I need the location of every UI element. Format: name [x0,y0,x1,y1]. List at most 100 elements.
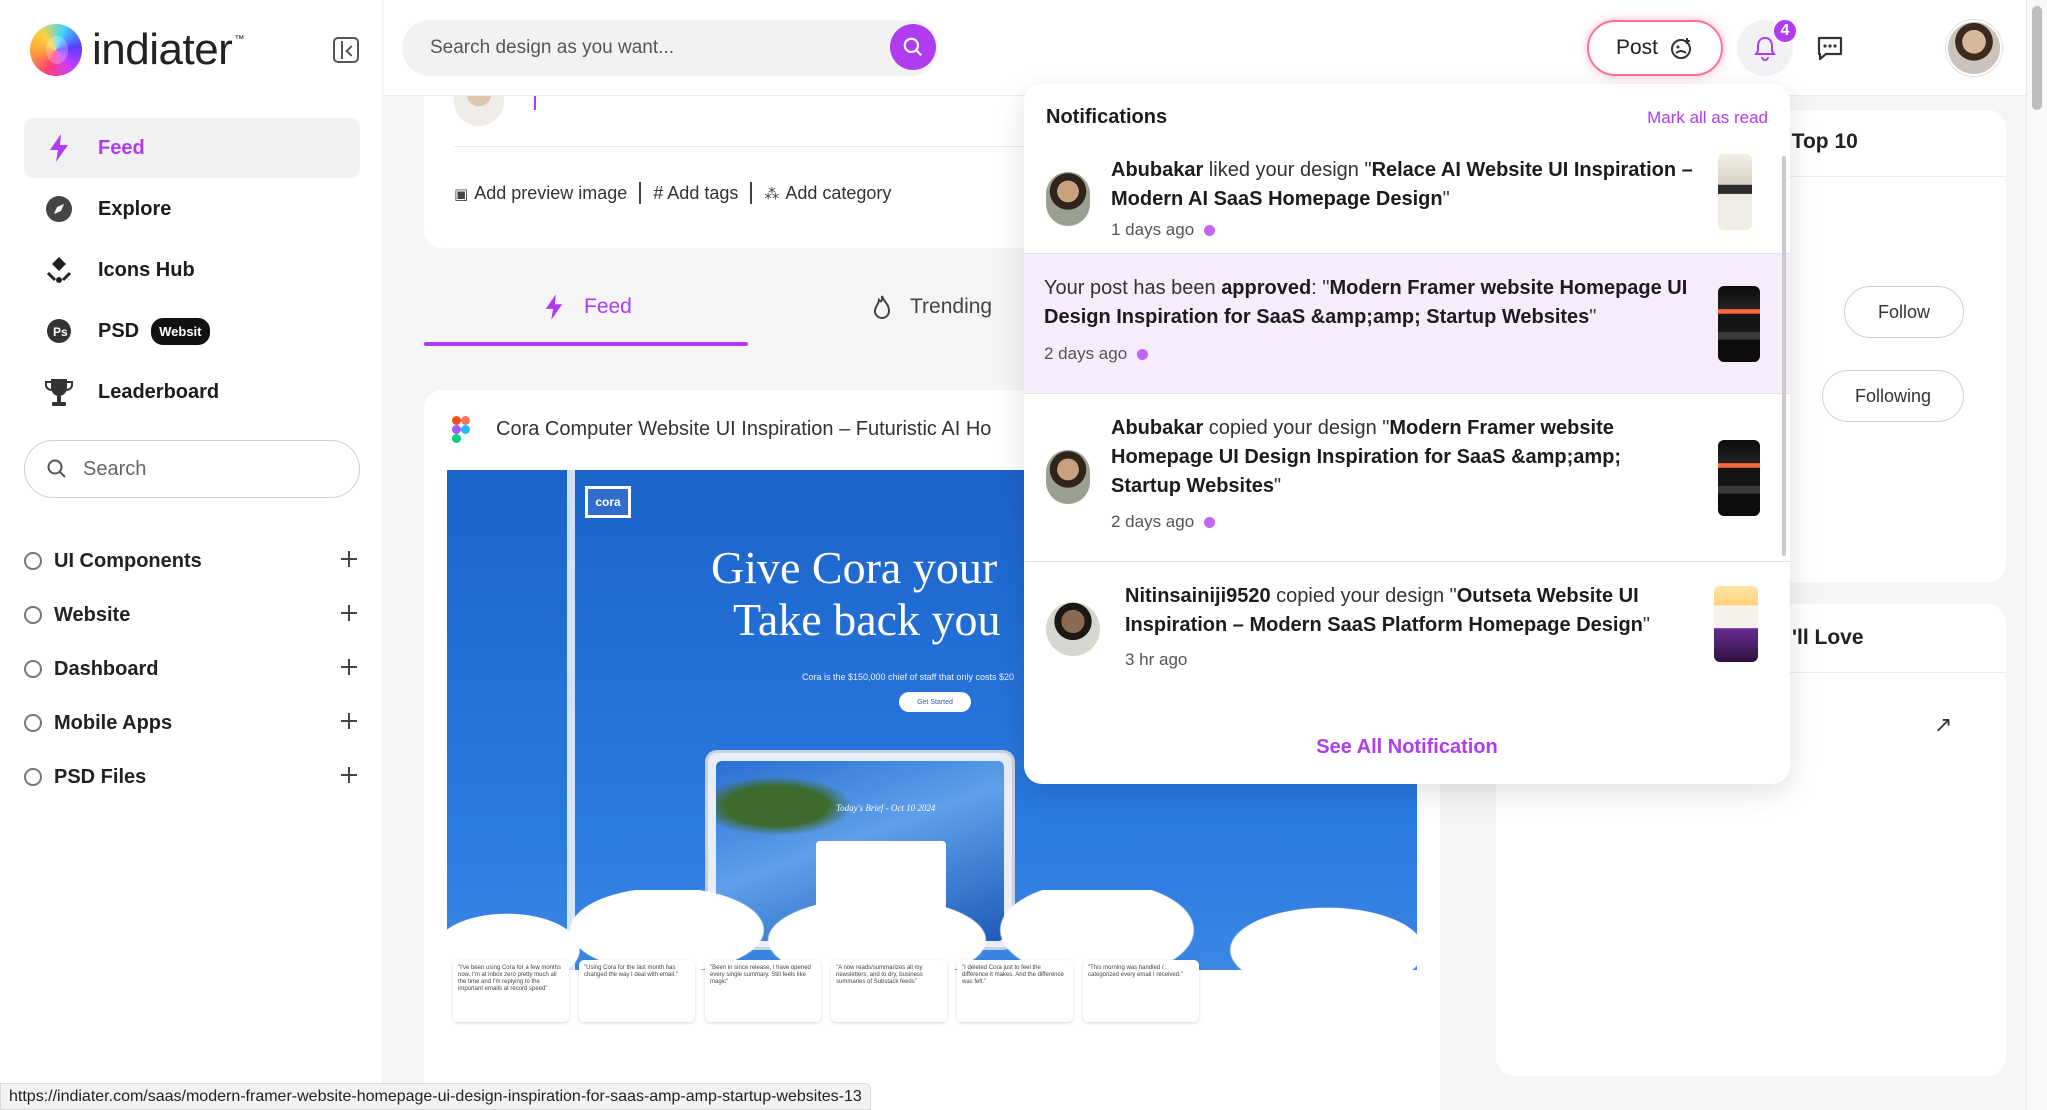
compass-icon [44,194,74,224]
flame-icon [873,295,891,319]
action-text: liked your design " [1203,159,1372,181]
add-category-button[interactable]: ⁂ Add category [764,183,891,204]
testimonial-card: "This morning was handled / categorized … [1083,960,1199,1022]
testimonial-card: "Using Cora for the last month has chang… [579,960,695,1022]
divider [750,182,753,204]
add-category-label: Add category [785,182,892,203]
time-label: 1 days ago [1111,220,1195,239]
tab-feed[interactable]: Feed [544,294,632,320]
see-all-notifications-link[interactable]: See All Notification [1024,736,1790,759]
category-radio[interactable] [24,552,42,570]
user-avatar [1046,602,1100,656]
notification-time: 1 days ago [1111,220,1216,240]
sidebar-item-leaderboard[interactable]: Leaderboard [24,362,360,422]
logo-text: indiater [92,25,233,74]
category-radio[interactable] [24,606,42,624]
action-text: copied your design " [1270,585,1457,607]
sidebar-item-feed[interactable]: Feed [24,118,360,178]
arrow-up-right-icon[interactable]: ↗ [1934,712,1952,738]
category-mobile-apps[interactable]: Mobile Apps [24,696,360,750]
post-title[interactable]: Cora Computer Website UI Inspiration – F… [496,418,991,441]
website-badge: Websit [151,317,210,345]
notification-item[interactable]: Your post has been approved: "Modern Fra… [1024,254,1790,394]
text-caret[interactable] [534,94,536,110]
category-label: Website [54,603,131,626]
category-label: UI Components [54,549,202,572]
plus-icon[interactable] [338,710,360,732]
notification-text: Abubakar liked your design "Relace AI We… [1111,156,1707,214]
sidebar-item-label: Leaderboard [98,380,220,403]
add-tags-button[interactable]: # Add tags [653,183,738,204]
tab-label: Feed [584,295,632,318]
add-image-icon [1671,38,1692,59]
notification-text: Nitinsainiji9520 copied your design "Out… [1125,582,1685,640]
quote-close: " [1274,475,1282,497]
prefix-text: Your post has been [1044,277,1222,299]
bell-icon [1754,36,1776,61]
search-button[interactable] [890,24,936,70]
sidebar-item-label: PSD [98,319,140,342]
search-placeholder: Search design as you want... [430,37,674,58]
category-psd-files[interactable]: PSD Files [24,750,360,804]
search-icon [903,37,923,57]
notification-item[interactable]: Abubakar liked your design "Relace AI We… [1024,140,1790,254]
preview-cta: Get Started [899,692,971,712]
tab-trending[interactable]: Trending [872,294,992,320]
mark-all-read-link[interactable]: Mark all as read [1647,108,1768,128]
notification-text: Your post has been approved: "Modern Fra… [1044,274,1734,332]
notifications-scrollbar[interactable] [1782,156,1786,556]
sidebar-item-explore[interactable]: Explore [24,179,360,239]
category-dashboard[interactable]: Dashboard [24,642,360,696]
category-radio[interactable] [24,714,42,732]
plus-icon[interactable] [338,656,360,678]
add-preview-image-button[interactable]: ▣ Add preview image [454,183,627,204]
feed-tabs: Feed Trending [424,280,1064,350]
user-avatar[interactable] [1946,20,2002,76]
logo-trademark: ™ [234,33,245,45]
logo-mark-icon [30,24,82,76]
testimonial-row: "I've been using Cora for a few months n… [453,960,1199,1022]
sidebar-item-psd[interactable]: Ps PSD Websit [24,301,360,361]
category-radio[interactable] [24,660,42,678]
notification-item[interactable]: Abubakar copied your design "Modern Fram… [1024,394,1790,562]
divider [639,182,642,204]
collapse-sidebar-icon[interactable] [333,37,359,63]
indiater-logo[interactable]: indiater ™ [30,24,244,76]
post-composer: ▣ Add preview image # Add tags ⁂ Add categ… [424,76,1064,248]
unread-dot [1137,348,1149,360]
quote-close: " [1642,614,1650,636]
sidebar-item-label: Feed [98,136,145,159]
unread-dot [1204,224,1216,236]
plus-icon[interactable] [338,764,360,786]
add-preview-image-label: Add preview image [474,182,628,203]
category-radio[interactable] [24,768,42,786]
post-button[interactable]: Post [1587,20,1723,76]
quote-close: " [1442,188,1450,210]
search-input[interactable]: Search design as you want... [402,20,938,76]
sidebar: indiater ™ Feed Explore Icons Hub Ps PSD… [0,0,383,1110]
testimonial-card: "Been in since release, I have opened ev… [705,960,821,1022]
sidebar-item-label: Explore [98,197,172,220]
composer-actions: ▣ Add preview image # Add tags ⁂ Add categ… [454,182,891,204]
plus-icon[interactable] [338,548,360,570]
mid-text: : " [1311,277,1330,299]
notification-item[interactable]: Nitinsainiji9520 copied your design "Out… [1024,562,1790,702]
notification-count-badge: 4 [1772,18,1798,44]
unread-dot [1204,516,1216,528]
category-website[interactable]: Website [24,588,360,642]
notifications-dropdown: Notifications Mark all as read Abubakar … [1024,84,1790,784]
bolt-icon [44,133,74,163]
chat-icon[interactable] [1814,32,1846,64]
sidebar-item-icons-hub[interactable]: Icons Hub [24,240,360,300]
trophy-icon [44,377,74,407]
category-label: PSD Files [54,765,147,788]
sidebar-search-input[interactable]: Search [24,440,360,498]
notification-time: 3 hr ago [1125,650,1187,670]
page-scrollbar[interactable] [2026,0,2047,1110]
follow-button[interactable]: Follow [1844,286,1964,338]
plus-icon[interactable] [338,602,360,624]
following-button[interactable]: Following [1822,370,1964,422]
testimonial-card: "I've been using Cora for a few months n… [453,960,569,1022]
scrollbar-thumb[interactable] [2032,6,2042,110]
category-ui-components[interactable]: UI Components [24,534,360,588]
